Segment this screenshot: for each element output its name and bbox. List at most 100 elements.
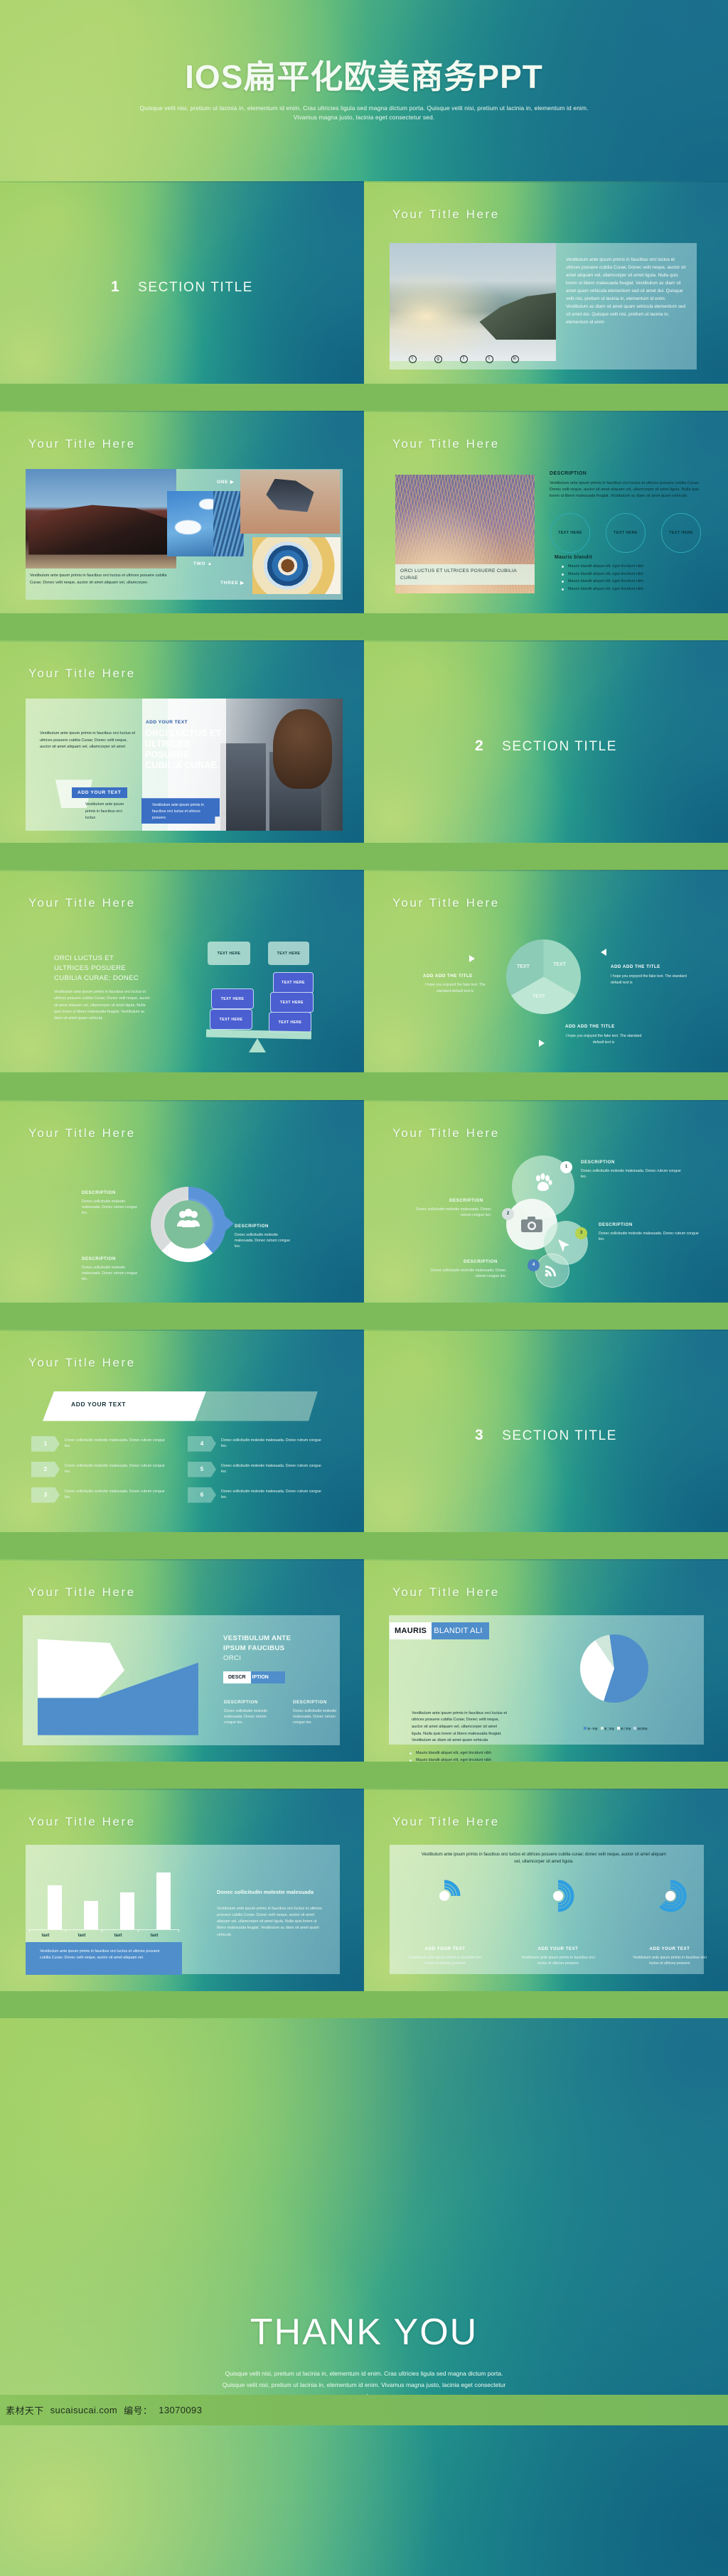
- slide-pie-chart[interactable]: Your Title Here TEXT TEXT TEXT ADD ADD T…: [364, 870, 728, 1073]
- twitter-icon[interactable]: t: [408, 355, 417, 363]
- list-number-3: 3: [31, 1487, 60, 1503]
- bubble-number-1: 1: [560, 1160, 572, 1173]
- slide-photo-overlay[interactable]: Your Title Here Vestibulum ante ipsum pr…: [0, 640, 364, 844]
- google-plus-icon[interactable]: g: [434, 355, 442, 363]
- chart-heading: VESTIBULUM ANTE IPSUM FAUCIBUS ORCI: [223, 1634, 333, 1664]
- section-heading: 1 SECTION TITLE: [0, 279, 364, 296]
- bar-label-2: taxt: [77, 1933, 86, 1938]
- chip-light-1[interactable]: TEXT HERE: [208, 942, 250, 966]
- slide-area-chart[interactable]: Your Title Here VESTIBULUM ANTE IPSUM FA…: [0, 1558, 364, 1762]
- slide-photo-text[interactable]: Your Title Here t g f t in Vestibulum an…: [364, 181, 728, 384]
- description-body: Vestibulum ante ipsum primis in faucibus…: [550, 481, 700, 499]
- chip-blue-3[interactable]: TEXT HERE: [270, 992, 314, 1013]
- collage-tag-three[interactable]: THREE ▶: [220, 580, 245, 586]
- circle-badge-2[interactable]: TEXT HERE: [606, 513, 646, 554]
- slide-title: Your Title Here: [28, 1814, 136, 1828]
- axis-tick: [138, 1929, 139, 1932]
- left-body: Vestibulum ante ipsum primis in faucibus…: [54, 990, 151, 1020]
- slide-bubble-diagram[interactable]: Your Title Here 1 DESCRIPTION Donec soll…: [364, 1099, 728, 1303]
- footer-site-url[interactable]: sucaisucai.com: [50, 2405, 117, 2415]
- chip-light-2[interactable]: TEXT HERE: [268, 942, 309, 966]
- section-label: SECTION TITLE: [138, 280, 254, 295]
- gauge-head-1: ADD YOUR TEXT: [424, 1946, 466, 1951]
- circle-badge-3[interactable]: TEXT HERE: [661, 513, 701, 554]
- bar-2: [84, 1900, 98, 1929]
- social-icon-bar[interactable]: t g f t in: [400, 354, 528, 364]
- desc-body-2: Donec sollicitudin molestie malesuada. D…: [235, 1232, 291, 1249]
- mauris-bullet-list: Mauris blandit aliquet elit, eget tincid…: [410, 1750, 516, 1762]
- car-body-shape: [28, 505, 173, 555]
- gauge-1: [428, 1880, 461, 1912]
- pie-slide-body: Vestibulum ante ipsum primis in faucibus…: [412, 1710, 507, 1743]
- description-heading: DESCRIPTION: [550, 471, 587, 477]
- tumblr-icon[interactable]: t: [485, 355, 493, 363]
- slide-numbered-list[interactable]: Your Title Here ADD YOUR TEXT 1 Donec so…: [0, 1329, 364, 1532]
- body-text: Vestibulum ante ipsum primis in faucibus…: [566, 257, 686, 325]
- list-item: Mauris blandit aliquet elit, eget tincid…: [562, 578, 704, 586]
- legend-item-q3: 第三季度: [617, 1726, 631, 1731]
- chip-blue-2[interactable]: TEXT HERE: [211, 988, 254, 1010]
- pointer-down-icon: [539, 1040, 545, 1047]
- cliff-shape: [479, 292, 556, 340]
- bar-chart: [39, 1858, 181, 1929]
- gauge-body-2: Vestibulum ante ipsum primis in faucibus…: [521, 1955, 595, 1966]
- overlay-kicker: ADD YOUR TEXT: [146, 720, 188, 726]
- slide-section-1[interactable]: 1 SECTION TITLE: [0, 181, 364, 384]
- col-body-1: Donec sollicitudin molestie malesuada. D…: [224, 1708, 268, 1725]
- slide-gauges[interactable]: Your Title Here Vestibulum ante ipsum pr…: [364, 1788, 728, 1991]
- slide-image-collage[interactable]: Your Title Here Vestibulum ante ipsum pr…: [0, 411, 364, 614]
- linkedin-icon[interactable]: in: [510, 355, 519, 363]
- slide-circular-process[interactable]: Your Title Here DESCRIPTION Donec sollic…: [0, 1099, 364, 1303]
- bar-label-1: taxt: [41, 1933, 50, 1938]
- ring-arrow-icon: [225, 1215, 234, 1232]
- slide-title: Your Title Here: [392, 896, 500, 910]
- slide-bar-chart[interactable]: Your Title Here taxt taxt taxt taxt Vest…: [0, 1788, 364, 1991]
- page-footer: 素材天下 sucaisucai.com 编号： 13070093: [0, 2395, 728, 2425]
- gauge-body-3: Vestibulum ante ipsum primis in faucibus…: [633, 1955, 707, 1966]
- pie-slice-label-2: TEXT: [532, 994, 545, 1000]
- gauge-2: [542, 1880, 574, 1912]
- collage-tag-two[interactable]: TWO ▲: [193, 561, 213, 566]
- slide-section-2[interactable]: 2 SECTION TITLE: [364, 640, 728, 844]
- chip-blue-4[interactable]: TEXT HERE: [210, 1009, 252, 1030]
- thank-you-title: THANK YOU: [250, 2312, 478, 2353]
- left-heading: ORCI LUCTUS ET ULTRICES POSUERE CUBILIA …: [54, 954, 139, 983]
- slide-title: Your Title Here: [392, 208, 500, 221]
- list-item: Mauris blandit aliquet elit, eget tincid…: [562, 586, 704, 593]
- paw-icon: [536, 1173, 552, 1191]
- description-tab[interactable]: DESCR IPTION: [223, 1671, 285, 1683]
- axis-tick: [65, 1929, 66, 1932]
- slide-description-circles[interactable]: Your Title Here ORCI LUCTUS ET ULTRICES …: [364, 411, 728, 614]
- footer-id-label: 编号：: [124, 2405, 153, 2416]
- chart-side-heading: Donec sollicitudin molestie malesuada: [217, 1888, 314, 1895]
- footer-site-cn: 素材天下: [6, 2405, 44, 2416]
- passenger-head: [272, 709, 333, 789]
- rider-shape: [266, 478, 314, 512]
- slide-title: Your Title Here: [28, 667, 136, 681]
- pointer-right-icon: [469, 955, 475, 963]
- slide-balance-diagram[interactable]: Your Title Here ORCI LUCTUS ET ULTRICES …: [0, 870, 364, 1073]
- bubble-number-2: 2: [502, 1207, 514, 1220]
- section-heading: 3 SECTION TITLE: [364, 1427, 728, 1444]
- gauge-body-1: Vestibulum ante ipsum primis in faucibus…: [408, 1955, 482, 1966]
- section-number: 3: [474, 1426, 483, 1443]
- pie-legend: 第一季度 第二季度 第三季度 第四季度: [580, 1726, 651, 1731]
- bubble-body-3: Donec sollicitudin molestie malesuada. D…: [599, 1231, 699, 1241]
- desc-head-2: DESCRIPTION: [235, 1223, 269, 1229]
- add-your-text-button[interactable]: ADD YOUR TEXT: [72, 787, 127, 799]
- pie-legend-head-3: ADD ADD THE TITLE: [565, 1024, 615, 1030]
- slide-title: Your Title Here: [28, 896, 136, 910]
- list-item: Mauris blandit aliquet elit, eget tincid…: [562, 571, 704, 578]
- desc-head-3: DESCRIPTION: [82, 1256, 116, 1261]
- chip-blue-1[interactable]: TEXT HERE: [273, 972, 314, 994]
- bar-label-4: taxt: [150, 1933, 159, 1938]
- slide-pie-bullets[interactable]: Your Title Here MAURIS BLANDIT ALI Vesti…: [364, 1558, 728, 1762]
- circle-badge-1[interactable]: TEXT HERE: [550, 513, 590, 554]
- slide-title: Your Title Here: [392, 1814, 500, 1828]
- slide-section-3[interactable]: 3 SECTION TITLE: [364, 1329, 728, 1532]
- gauge-head-3: ADD YOUR TEXT: [649, 1946, 690, 1951]
- collage-tag-one[interactable]: ONE ▶: [217, 479, 234, 485]
- facebook-icon[interactable]: f: [459, 355, 468, 363]
- tag-dark-label: MAURIS: [390, 1622, 432, 1639]
- chip-blue-5[interactable]: TEXT HERE: [269, 1012, 311, 1033]
